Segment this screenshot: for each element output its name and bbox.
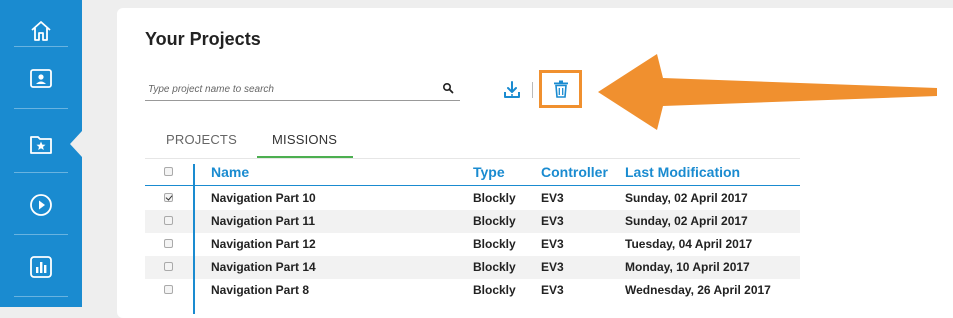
mission-modified: Tuesday, 04 April 2017: [625, 237, 753, 251]
play-nav-button[interactable]: [0, 174, 82, 236]
download-icon[interactable]: [502, 80, 522, 100]
table-row[interactable]: Navigation Part 12 Blockly EV3 Tuesday, …: [145, 233, 800, 256]
mission-name: Navigation Part 11: [211, 214, 316, 228]
delete-button[interactable]: [539, 70, 582, 108]
mission-controller: EV3: [541, 214, 564, 228]
mission-modified: Sunday, 02 April 2017: [625, 191, 748, 205]
toolbar-divider: [532, 82, 533, 98]
row-checkbox[interactable]: [164, 193, 173, 202]
column-header-type[interactable]: Type: [473, 160, 505, 185]
annotation-arrow: [598, 54, 937, 130]
home-icon: [31, 21, 51, 41]
column-header-controller[interactable]: Controller: [541, 160, 608, 185]
play-icon: [30, 194, 52, 216]
table-row[interactable]: Navigation Part 10 Blockly EV3 Sunday, 0…: [145, 187, 800, 210]
mission-modified: Wednesday, 26 April 2017: [625, 283, 771, 297]
page-title: Your Projects: [145, 29, 261, 49]
mission-modified: Sunday, 02 April 2017: [625, 214, 748, 228]
row-checkbox[interactable]: [164, 239, 173, 248]
mission-modified: Monday, 10 April 2017: [625, 260, 750, 274]
column-header-name[interactable]: Name: [211, 160, 249, 185]
table-row[interactable]: Navigation Part 14 Blockly EV3 Monday, 1…: [145, 256, 800, 279]
column-header-last-modification[interactable]: Last Modification: [625, 160, 740, 185]
mission-type: Blockly: [473, 214, 516, 228]
sidebar-divider: [14, 108, 68, 109]
sidebar-divider: [14, 234, 68, 235]
row-checkbox[interactable]: [164, 262, 173, 271]
row-checkbox[interactable]: [164, 285, 173, 294]
mission-type: Blockly: [473, 260, 516, 274]
tab-missions[interactable]: MISSIONS: [272, 132, 337, 147]
mission-type: Blockly: [473, 191, 516, 205]
mission-name: Navigation Part 10: [211, 191, 316, 205]
search-icon[interactable]: [442, 82, 454, 94]
search-input[interactable]: [148, 80, 428, 98]
chart-icon: [30, 256, 52, 278]
starred-folder-icon: [30, 136, 52, 154]
mission-controller: EV3: [541, 260, 564, 274]
mission-controller: EV3: [541, 283, 564, 297]
tabs-divider: [145, 158, 800, 159]
select-all-checkbox[interactable]: [164, 167, 173, 176]
mission-controller: EV3: [541, 191, 564, 205]
table-header: Name Type Controller Last Modification: [145, 160, 800, 186]
profile-folder-icon: [30, 69, 52, 88]
active-tab-indicator: [257, 156, 353, 158]
column-divider: [193, 164, 195, 314]
profile-folder-nav-button[interactable]: [0, 47, 82, 109]
mission-type: Blockly: [473, 237, 516, 251]
search-bar: [145, 78, 460, 101]
mission-name: Navigation Part 12: [211, 237, 316, 251]
mission-controller: EV3: [541, 237, 564, 251]
table-row[interactable]: Navigation Part 8 Blockly EV3 Wednesday,…: [145, 279, 800, 302]
sidebar-divider: [14, 172, 68, 173]
table-row[interactable]: Navigation Part 11 Blockly EV3 Sunday, 0…: [145, 210, 800, 233]
trash-icon: [553, 80, 568, 98]
active-indicator: [70, 131, 82, 157]
chart-nav-button[interactable]: [0, 236, 82, 298]
sidebar: [0, 0, 82, 307]
mission-type: Blockly: [473, 283, 516, 297]
row-checkbox[interactable]: [164, 216, 173, 225]
mission-name: Navigation Part 14: [211, 260, 316, 274]
tab-projects[interactable]: PROJECTS: [166, 132, 237, 147]
mission-name: Navigation Part 8: [211, 283, 310, 297]
sidebar-divider: [14, 296, 68, 297]
